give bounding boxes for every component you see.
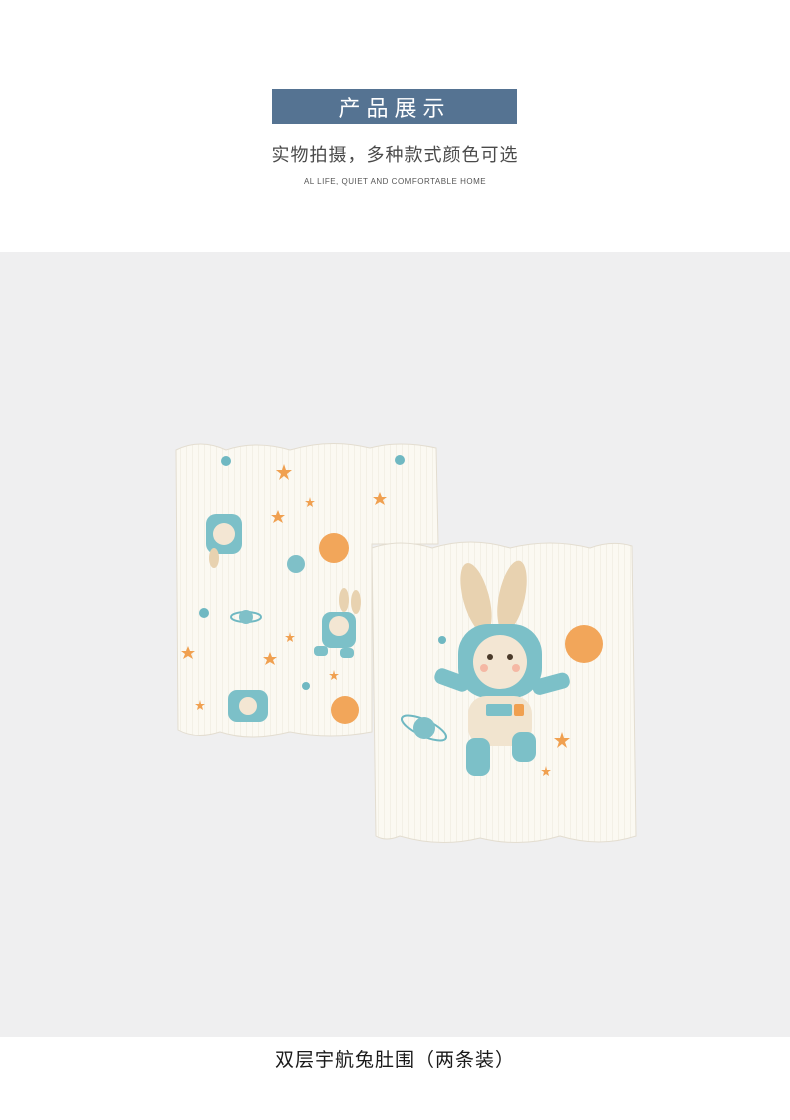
front-belly-band (371, 541, 637, 843)
section-title: 产品展示 (338, 96, 451, 122)
blue-planet (302, 682, 310, 690)
blue-planet (287, 555, 305, 573)
astronaut-bunny-small (228, 690, 268, 722)
section-title-banner: 产品展示 (272, 89, 517, 124)
product-caption: 双层宇航兔肚围（两条装） (274, 1049, 515, 1071)
section-subtitle: 实物拍摄，多种款式颜色可选 (271, 145, 519, 166)
orange-planet (565, 625, 603, 663)
blue-planet (199, 608, 209, 618)
orange-planet (331, 696, 359, 724)
product-illustration (175, 443, 637, 843)
orange-planet (319, 533, 349, 563)
header-section: 产品展示 实物拍摄，多种款式颜色可选 AL LIFE, QUIET AND CO… (0, 0, 790, 252)
section-tagline: AL LIFE, QUIET AND COMFORTABLE HOME (303, 177, 487, 186)
product-photo (0, 252, 790, 1037)
